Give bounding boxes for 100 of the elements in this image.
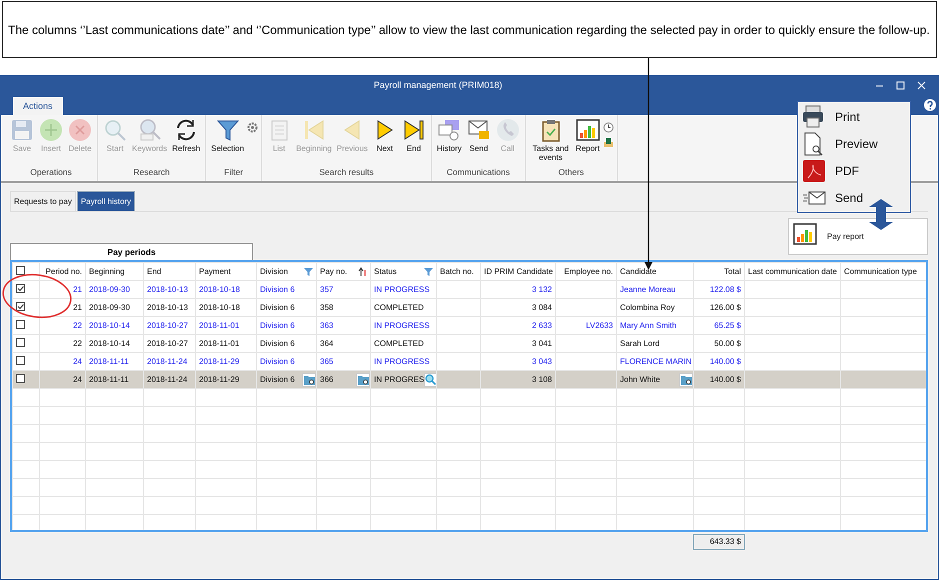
table-cell: 3 084 [480, 298, 556, 316]
table-cell: 364 [316, 334, 370, 352]
printer-icon [802, 104, 826, 128]
close-icon[interactable] [917, 80, 926, 90]
menu-item[interactable]: Print [798, 103, 910, 130]
group-label: Filter [223, 167, 244, 179]
search-icon [103, 118, 127, 142]
table-cell: 2018-09-30 [86, 298, 144, 316]
ribbon-button[interactable]: Report [574, 118, 602, 167]
column-header[interactable]: Period no. [40, 262, 86, 280]
ribbon-button[interactable]: Tasks and events [528, 118, 573, 167]
table-cell: 140.00 $ [694, 370, 744, 388]
checkbox[interactable] [16, 320, 25, 329]
table-cell: 65.25 $ [694, 316, 744, 334]
column-header[interactable]: Communication type [840, 262, 926, 280]
table-cell: IN PROGRES [374, 375, 424, 384]
table-cell: 2018-10-27 [144, 334, 196, 352]
table-cell: Division 6 [256, 316, 316, 334]
table-cell: 2018-09-30 [86, 280, 144, 298]
group-label: Research [132, 167, 171, 179]
gear-icon[interactable] [247, 122, 258, 133]
column-header[interactable]: Batch no. [436, 262, 480, 280]
table-cell: 2018-11-01 [196, 316, 256, 334]
filter-icon[interactable] [424, 267, 433, 276]
column-header[interactable]: Last communication date [744, 262, 840, 280]
window-title: Payroll management (PRIM018) [372, 80, 504, 90]
column-band-header: Pay periods [10, 243, 253, 260]
table-row[interactable]: 21 2018-09-30 2018-10-13 2018-10-18 Division 6 357 IN PROGRESS 3 132 Jeanne Moreau 122.08 $ [12, 280, 926, 298]
table-cell: 2018-11-01 [196, 334, 256, 352]
lookup-button[interactable] [302, 372, 316, 386]
checkbox[interactable] [16, 266, 25, 275]
ribbon-button[interactable]: End [400, 118, 428, 167]
envelope-icon [466, 118, 491, 142]
column-header[interactable]: End [144, 262, 196, 280]
checkbox[interactable] [16, 284, 25, 293]
clock-icon[interactable] [602, 122, 614, 133]
table-cell: IN PROGRESS [370, 316, 436, 334]
spreadsheet-icon[interactable] [602, 137, 614, 148]
lookup-button[interactable] [356, 372, 370, 386]
lookup-button[interactable] [679, 372, 692, 386]
column-header[interactable]: Status [374, 267, 397, 276]
checkbox[interactable] [16, 374, 25, 383]
tab[interactable]: Requests to pay [10, 191, 76, 211]
table-cell: 2018-10-13 [144, 298, 196, 316]
table-cell: 2 633 [480, 316, 556, 334]
table-cell: 2018-11-24 [144, 370, 196, 388]
search-icon [138, 118, 162, 142]
ribbon-button[interactable]: History [434, 118, 464, 167]
table-cell: 2018-10-27 [144, 316, 196, 334]
table-cell: 2018-10-14 [86, 334, 144, 352]
table-cell: Division 6 [260, 375, 295, 384]
delete-icon [68, 118, 92, 142]
table-cell: 2018-10-13 [144, 280, 196, 298]
filter-icon[interactable] [304, 267, 313, 276]
total-field: 643.33 $ [693, 534, 745, 550]
add-icon [39, 118, 63, 142]
column-header[interactable]: Payment [196, 262, 256, 280]
column-header[interactable]: Employee no. [556, 262, 616, 280]
ribbon-tab[interactable]: Actions [13, 97, 63, 115]
table-row[interactable]: 22 2018-10-14 2018-10-27 2018-11-01 Division 6 364 COMPLETED 3 041 Sarah Lord 50.00 $ [12, 334, 926, 352]
table-cell: 3 041 [480, 334, 556, 352]
menu-item[interactable]: PDF [798, 157, 910, 184]
table-cell: COMPLETED [370, 334, 436, 352]
table-cell: Division 6 [256, 280, 316, 298]
table-cell: 22 [40, 334, 86, 352]
table-cell: Division 6 [256, 334, 316, 352]
ribbon-button[interactable]: Next [370, 118, 399, 167]
phone-icon [496, 118, 520, 142]
tab[interactable]: Payroll history [76, 191, 136, 211]
menu-item[interactable]: Preview [798, 130, 910, 157]
column-header[interactable]: ID PRIM Candidate [480, 262, 556, 280]
callout-text: The columns ‘’Last communications date’’ and ‘’Communication type’’ allow to view the last communication regarding the selected pay in order to quickly ensure the follow-up. [8, 22, 930, 36]
table-row[interactable]: 22 2018-10-14 2018-10-27 2018-11-01 Division 6 363 IN PROGRESS 2 633 LV2633 Mary Ann Smith 65.25 $ [12, 316, 926, 334]
table-cell: COMPLETED [370, 298, 436, 316]
table-cell: 21 [40, 298, 86, 316]
ribbon-button[interactable]: Send [464, 118, 493, 167]
column-header[interactable]: Total [694, 262, 744, 280]
table-cell: 2018-11-11 [86, 370, 144, 388]
menu-item[interactable]: Send [798, 184, 910, 211]
checkbox[interactable] [16, 338, 25, 347]
table-cell: 50.00 $ [694, 334, 744, 352]
checkbox[interactable] [16, 302, 25, 311]
search-icon [425, 374, 436, 385]
pay-report-button[interactable]: Pay report [788, 218, 928, 255]
help-icon[interactable] [924, 99, 936, 111]
sort-icon[interactable] [358, 266, 367, 276]
column-header[interactable]: Beginning [86, 262, 144, 280]
checkbox[interactable] [16, 356, 25, 365]
table-row[interactable]: 21 2018-09-30 2018-10-13 2018-10-18 Division 6 358 COMPLETED 3 084 Colombina Roy 126.00 $ [12, 298, 926, 316]
table-cell: LV2633 [556, 316, 616, 334]
table-cell: 2018-11-29 [196, 370, 256, 388]
table-cell: 3 108 [480, 370, 556, 388]
ribbon-button[interactable]: Refresh [170, 118, 202, 167]
table-cell: John White [620, 375, 660, 384]
last-icon [402, 118, 426, 142]
ribbon-button[interactable]: Selection [209, 118, 246, 167]
table-row[interactable]: 24 2018-11-11 2018-11-24 2018-11-29 Division 6 366 IN PROGRES 3 108 John White 140.00 $ [12, 370, 926, 388]
table-cell: Division 6 [256, 298, 316, 316]
maximize-icon[interactable] [896, 80, 905, 90]
bar-chart-icon [576, 118, 600, 142]
